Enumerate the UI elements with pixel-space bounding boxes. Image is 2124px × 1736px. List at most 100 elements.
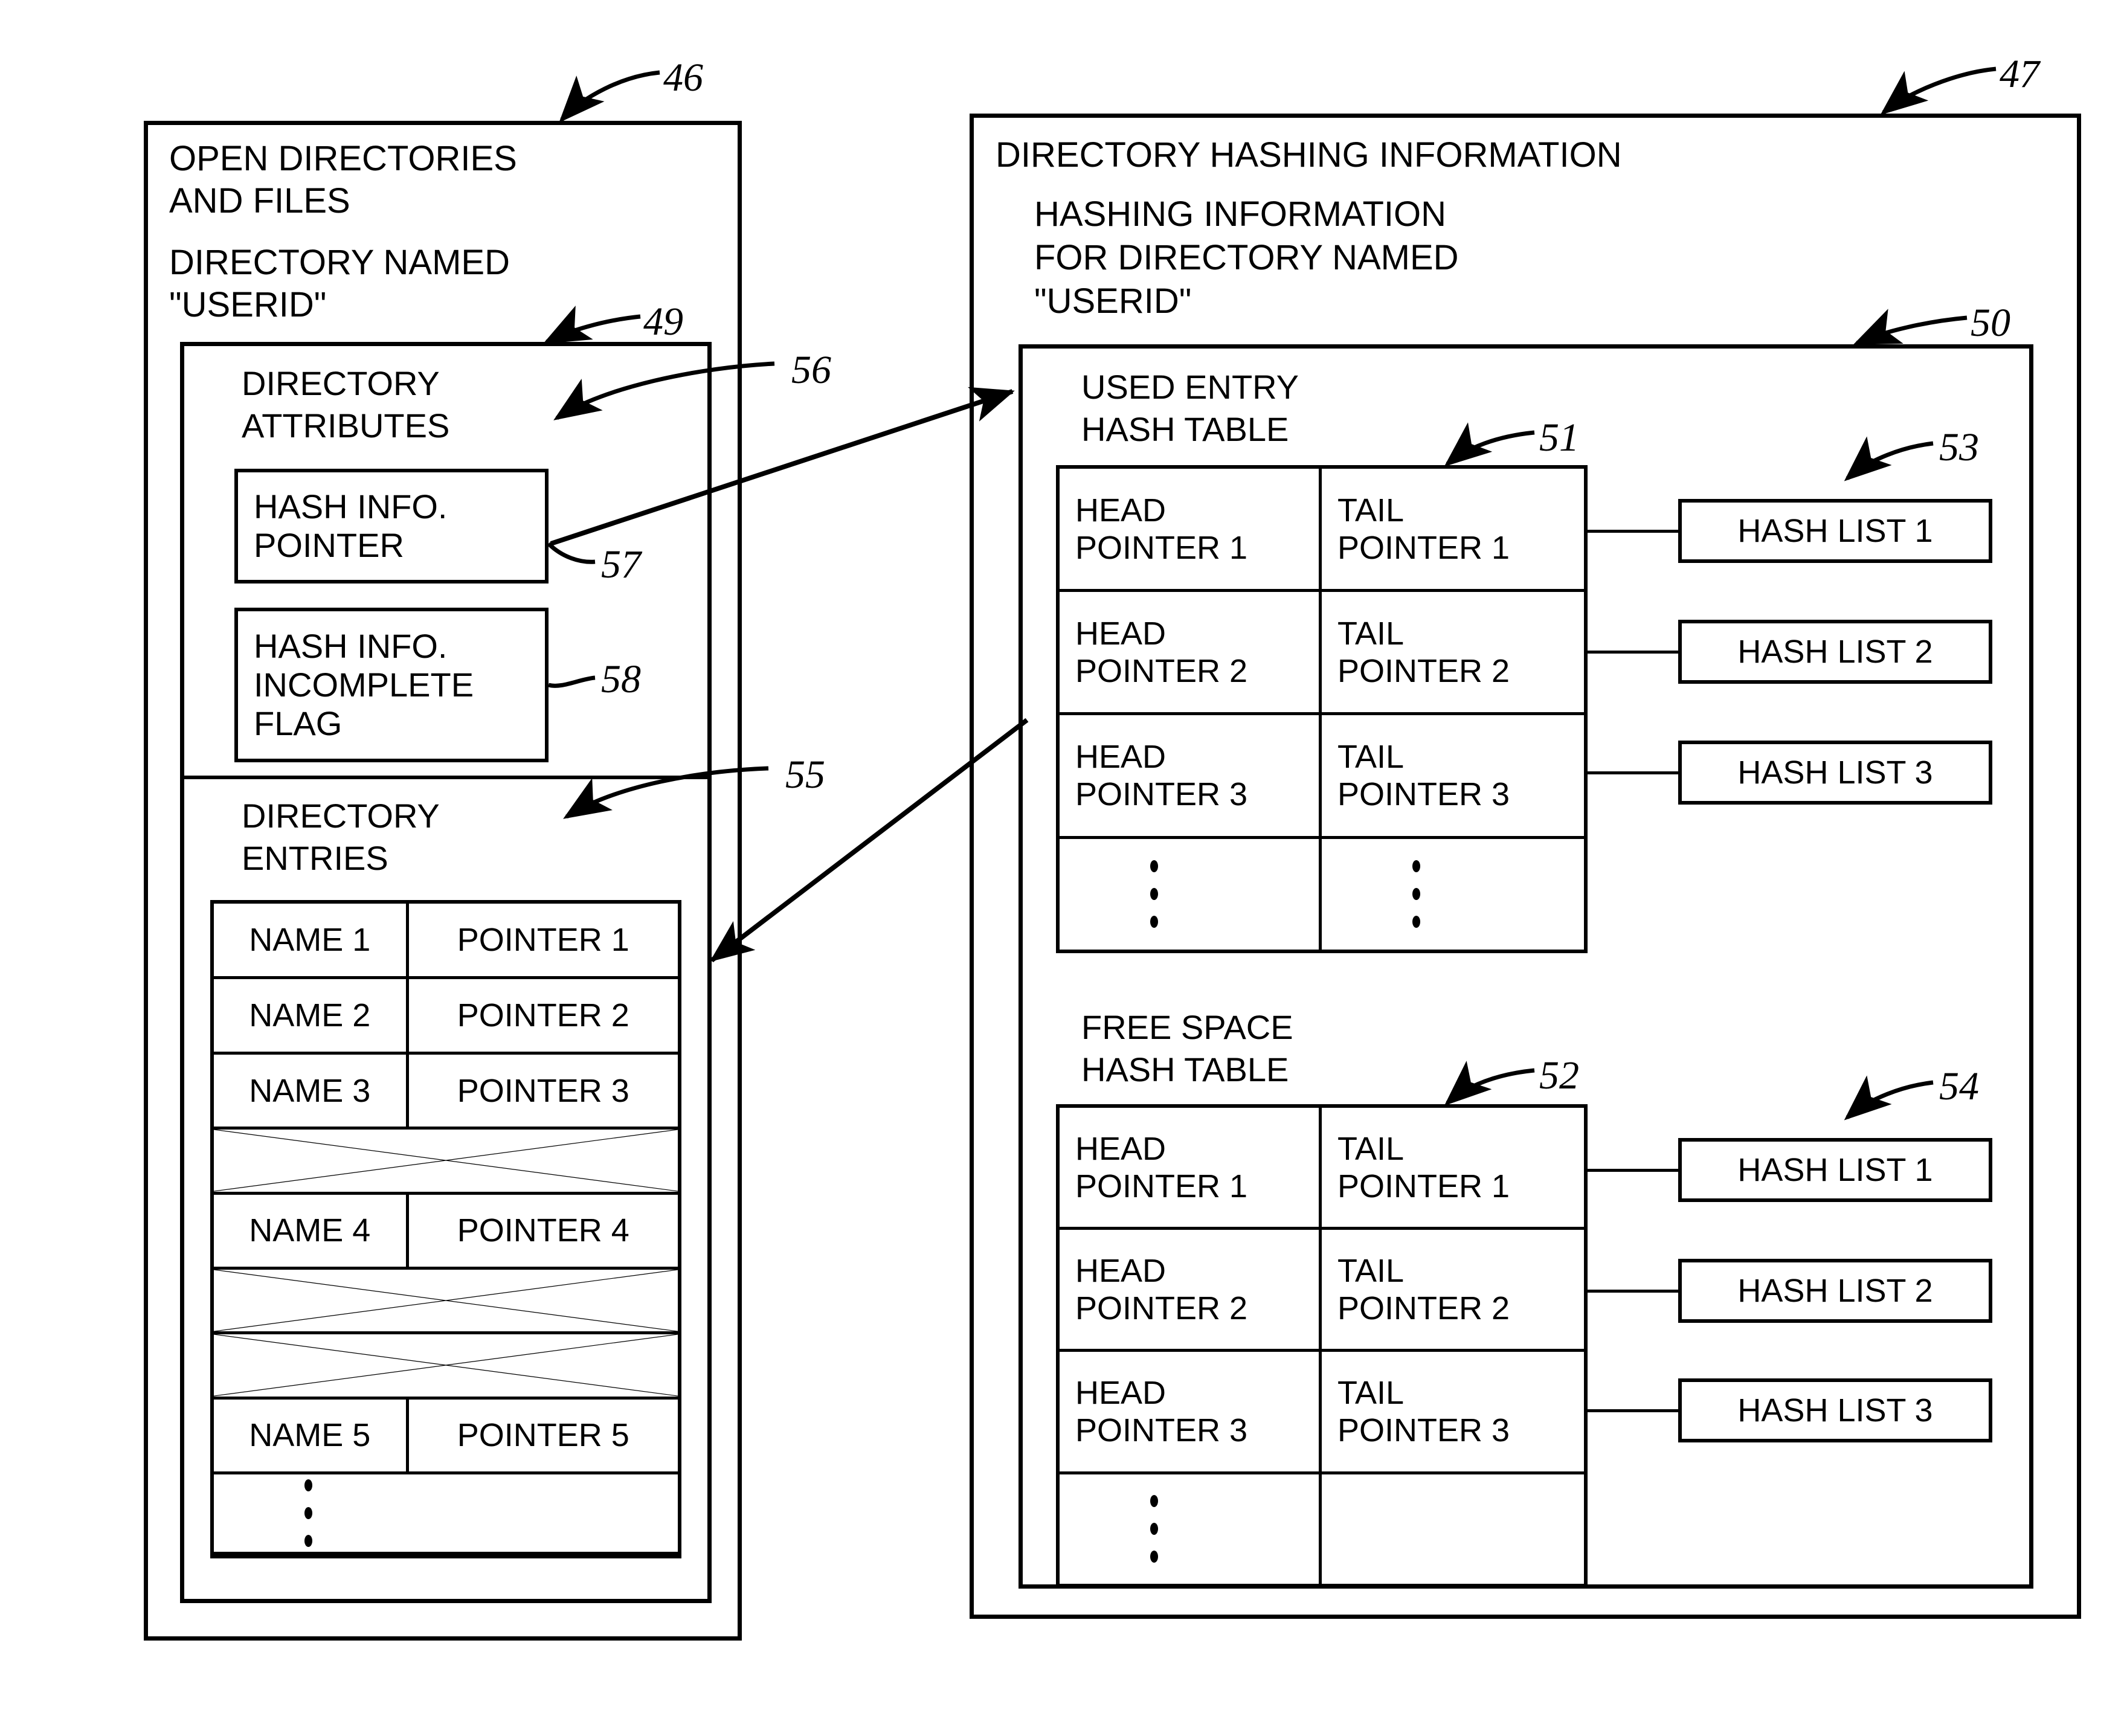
used-entry-hash-table-heading-line1: USED ENTRY (1081, 368, 1299, 406)
right-panel-subtitle-line2: FOR DIRECTORY NAMED (1034, 238, 1459, 277)
used-entry-head-pointer-label: HEAD POINTER 3 (1075, 739, 1248, 813)
used-entry-head-continuation-cell (1060, 838, 1322, 950)
table-row (214, 1334, 678, 1400)
used-hash-list-box-3: HASH LIST 3 (1678, 741, 1992, 805)
reference-numeral-56: 56 (791, 348, 831, 392)
directory-entry-name: NAME 3 (249, 1072, 371, 1109)
crossed-out-empty-entry (214, 1334, 678, 1396)
directory-entry-name: NAME 4 (249, 1212, 371, 1249)
table-row: HEAD POINTER 3 TAIL POINTER 3 (1060, 1352, 1584, 1474)
reference-numeral-57: 57 (601, 542, 641, 587)
directory-entry-name: NAME 5 (249, 1417, 371, 1454)
free-hash-list-label-3: HASH LIST 3 (1737, 1392, 1933, 1429)
directory-entry-name-cell: NAME 1 (214, 904, 409, 976)
directory-entry-pointer: POINTER 1 (457, 921, 629, 958)
directory-entry-pointer-cell: POINTER 1 (409, 904, 678, 976)
table-row (214, 1270, 678, 1335)
crossed-out-empty-entry (214, 1130, 678, 1191)
reference-numeral-54: 54 (1939, 1064, 1979, 1108)
hash-info-pointer-box: HASH INFO. POINTER (234, 469, 549, 583)
directory-attributes-heading-line1: DIRECTORY (242, 364, 440, 402)
reference-numeral-51: 51 (1539, 416, 1579, 460)
used-entry-tail-pointer-cell: TAIL POINTER 2 (1322, 592, 1584, 712)
directory-entries-table: NAME 1 POINTER 1 NAME 2 POINTER 2 NAME 3 POIN… (210, 900, 681, 1558)
table-row: NAME 3 POINTER 3 (214, 1054, 678, 1130)
table-row: HEAD POINTER 2 TAIL POINTER 2 (1060, 592, 1584, 716)
right-panel-subtitle-line3: "USERID" (1034, 281, 1192, 321)
table-row (214, 1130, 678, 1195)
table-row: NAME 2 POINTER 2 (214, 979, 678, 1055)
leader-line-46 (559, 70, 660, 123)
crossed-out-empty-entry (214, 1270, 678, 1331)
left-panel-subtitle-line2: "USERID" (169, 285, 327, 324)
used-entry-tail-pointer-label: TAIL POINTER 2 (1337, 615, 1510, 689)
used-hash-list-label-3: HASH LIST 3 (1737, 754, 1933, 791)
table-row: HEAD POINTER 1 TAIL POINTER 1 (1060, 469, 1584, 593)
used-entry-head-pointer-cell: HEAD POINTER 1 (1060, 469, 1322, 590)
directory-entry-pointer: POINTER 3 (457, 1072, 629, 1109)
directory-entry-pointer-cell: POINTER 3 (409, 1055, 678, 1127)
connector-used-2 (1586, 651, 1679, 654)
free-hash-list-label-2: HASH LIST 2 (1737, 1273, 1933, 1309)
connector-used-1 (1586, 530, 1679, 533)
free-space-tail-pointer-label: TAIL POINTER 1 (1337, 1130, 1510, 1204)
reference-numeral-55: 55 (785, 753, 825, 797)
directory-entry-pointer-cell: POINTER 2 (409, 979, 678, 1052)
directory-entry-name-cell: NAME 5 (214, 1399, 409, 1472)
reference-numeral-58: 58 (601, 657, 641, 701)
table-row: HEAD POINTER 3 TAIL POINTER 3 (1060, 715, 1584, 839)
used-entry-hash-table: HEAD POINTER 1 TAIL POINTER 1 HEAD POINTER… (1056, 465, 1588, 953)
free-space-hash-table: HEAD POINTER 1 TAIL POINTER 1 HEAD POINTER… (1056, 1104, 1588, 1587)
free-hash-list-label-1: HASH LIST 1 (1737, 1152, 1933, 1188)
connector-used-3 (1586, 771, 1679, 774)
left-panel-title-line2: AND FILES (169, 181, 350, 220)
directory-attributes-heading-line2: ATTRIBUTES (242, 407, 450, 445)
free-hash-list-box-2: HASH LIST 2 (1678, 1259, 1992, 1323)
free-space-head-pointer-label: HEAD POINTER 1 (1075, 1130, 1248, 1204)
used-entry-head-pointer-cell: HEAD POINTER 2 (1060, 592, 1322, 713)
used-entry-tail-pointer-cell: TAIL POINTER 3 (1322, 715, 1584, 835)
directory-entry-pointer: POINTER 4 (457, 1212, 629, 1249)
hash-info-incomplete-flag-box: HASH INFO. INCOMPLETE FLAG (234, 608, 549, 762)
table-row-continuation (1060, 838, 1584, 950)
vertical-ellipsis (1150, 860, 1158, 928)
free-space-tail-pointer-cell: TAIL POINTER 3 (1322, 1352, 1584, 1471)
left-panel-subtitle-line1: DIRECTORY NAMED (169, 243, 510, 282)
used-hash-list-box-2: HASH LIST 2 (1678, 620, 1992, 684)
hash-info-pointer-label: HASH INFO. POINTER (254, 487, 448, 564)
free-space-tail-pointer-label: TAIL POINTER 3 (1337, 1374, 1510, 1448)
used-entry-tail-pointer-cell: TAIL POINTER 1 (1322, 469, 1584, 589)
free-space-tail-continuation-cell (1322, 1474, 1584, 1584)
free-space-hash-table-heading-line1: FREE SPACE (1081, 1008, 1293, 1046)
free-hash-list-box-1: HASH LIST 1 (1678, 1138, 1992, 1202)
left-panel-title-line1: OPEN DIRECTORIES (169, 139, 517, 178)
directory-entry-pointer-cell: POINTER 5 (409, 1400, 678, 1472)
reference-numeral-50: 50 (1971, 301, 2010, 345)
used-entry-head-pointer-label: HEAD POINTER 1 (1075, 492, 1248, 566)
reference-numeral-47: 47 (2000, 52, 2039, 96)
used-entry-tail-pointer-label: TAIL POINTER 1 (1337, 492, 1510, 566)
used-hash-list-label-2: HASH LIST 2 (1737, 634, 1933, 670)
right-panel-subtitle-line1: HASHING INFORMATION (1034, 194, 1447, 234)
directory-entry-name: NAME 2 (249, 997, 371, 1034)
table-row (214, 1474, 678, 1555)
directory-entry-pointer-cell: POINTER 4 (409, 1195, 678, 1267)
connector-free-1 (1586, 1169, 1679, 1172)
directory-entry-name: NAME 1 (249, 921, 371, 958)
vertical-ellipsis (1412, 860, 1420, 928)
used-entry-head-pointer-cell: HEAD POINTER 3 (1060, 715, 1322, 836)
reference-numeral-53: 53 (1939, 425, 1979, 469)
directory-entry-name-cell: NAME 3 (214, 1054, 409, 1127)
used-entry-hash-table-heading-line2: HASH TABLE (1081, 410, 1289, 448)
directory-entry-pointer: POINTER 2 (457, 997, 629, 1034)
directory-entries-heading-line1: DIRECTORY (242, 797, 440, 835)
reference-numeral-49: 49 (643, 300, 683, 344)
used-entry-tail-pointer-label: TAIL POINTER 3 (1337, 739, 1510, 813)
free-space-head-pointer-label: HEAD POINTER 3 (1075, 1374, 1248, 1448)
free-hash-list-box-3: HASH LIST 3 (1678, 1378, 1992, 1442)
hash-info-incomplete-flag-label: HASH INFO. INCOMPLETE FLAG (254, 627, 474, 742)
connector-free-3 (1586, 1409, 1679, 1412)
connector-free-2 (1586, 1290, 1679, 1293)
directory-entries-heading-line2: ENTRIES (242, 839, 388, 877)
reference-numeral-46: 46 (663, 56, 703, 100)
